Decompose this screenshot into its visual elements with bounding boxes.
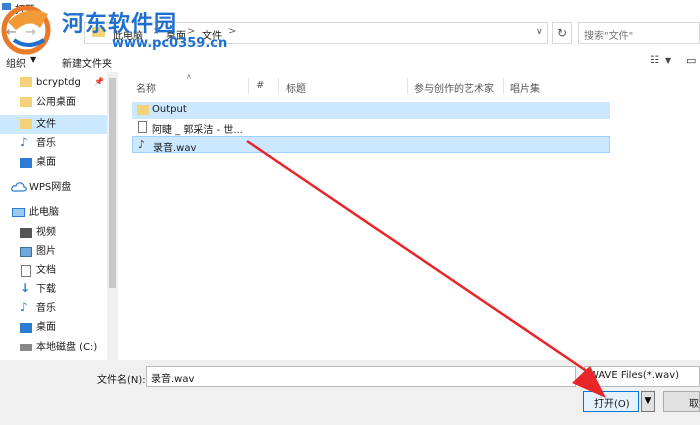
file-row-recording-wav[interactable]: ♪ 录音.wav — [132, 136, 610, 154]
sidebar-item-music[interactable]: 音乐 — [36, 134, 56, 153]
folder-icon — [20, 77, 32, 87]
document-icon — [138, 121, 147, 133]
video-icon — [20, 228, 32, 238]
search-placeholder: 搜索"文件" — [584, 31, 634, 42]
watermark-title: 河东软件园 — [62, 12, 178, 37]
sidebar-item-files[interactable]: 文件 — [36, 115, 56, 134]
download-icon: ↓ — [20, 281, 31, 295]
column-divider[interactable] — [248, 78, 249, 94]
new-folder-button[interactable]: 新建文件夹 — [62, 55, 112, 70]
column-divider[interactable] — [278, 78, 279, 94]
folder-icon — [137, 105, 149, 115]
watermark-url: www.pc0359.cn — [112, 36, 228, 51]
column-header-title[interactable]: 标题 — [286, 80, 306, 95]
sidebar-item-pictures[interactable]: 图片 — [36, 242, 56, 261]
file-row-song[interactable]: 阿睫 _ 郭采洁 - 世... — [132, 119, 610, 136]
open-button-label[interactable]: 打开(O) — [594, 395, 630, 410]
file-name: 阿睫 _ 郭采洁 - 世... — [152, 125, 243, 136]
folder-icon — [20, 119, 32, 129]
file-row-output[interactable]: Output — [132, 102, 610, 119]
picture-icon — [20, 247, 32, 257]
sidebar-item-public-desktop[interactable]: 公用桌面 — [36, 93, 76, 112]
column-divider[interactable] — [503, 78, 504, 94]
folder-icon — [20, 97, 32, 107]
sidebar-item-local-disk-c[interactable]: 本地磁盘 (C:) — [36, 338, 97, 357]
sidebar-item-this-pc[interactable]: 此电脑 — [29, 203, 59, 222]
drive-icon — [20, 344, 32, 351]
view-options-icon[interactable]: ☷ — [650, 55, 659, 66]
sidebar-item-videos[interactable]: 视频 — [36, 223, 56, 242]
sidebar-item-wps-cloud[interactable]: WPS网盘 — [29, 178, 71, 197]
chevron-down-icon[interactable]: ∨ — [536, 27, 543, 37]
file-name: Output — [152, 104, 187, 115]
computer-icon — [12, 208, 25, 217]
column-header-number[interactable]: # — [256, 80, 264, 91]
music-icon: ♪ — [20, 135, 28, 149]
column-header-artists[interactable]: 参与创作的艺术家 — [414, 80, 494, 95]
sidebar-item-downloads[interactable]: 下载 — [36, 280, 56, 299]
sidebar-item-desktop[interactable]: 桌面 — [36, 153, 56, 172]
column-header-album[interactable]: 唱片集 — [510, 80, 540, 95]
cancel-button-label[interactable]: 取 — [689, 395, 699, 410]
sidebar-item-bcryptdg[interactable]: bcryptdg — [36, 73, 81, 92]
desktop-icon — [20, 323, 32, 333]
refresh-button[interactable]: ↻ — [552, 22, 572, 44]
filename-label: 文件名(N): — [97, 375, 146, 386]
filename-value[interactable]: 录音.wav — [151, 370, 194, 385]
desktop-icon — [20, 158, 32, 168]
organize-button[interactable]: 组织 — [6, 55, 26, 70]
music-icon: ♪ — [20, 300, 28, 314]
open-dropdown-button[interactable]: ▼ — [641, 391, 655, 412]
file-name: 录音.wav — [153, 143, 197, 154]
sidebar-scrollbar-thumb[interactable] — [109, 78, 116, 288]
chevron-down-icon[interactable]: ▼ — [665, 56, 671, 65]
preview-pane-button[interactable]: ▭ — [686, 54, 696, 67]
column-header-name[interactable]: 名称 — [136, 80, 156, 95]
filename-field[interactable] — [146, 366, 576, 387]
sort-ascending-icon: ∧ — [186, 72, 192, 81]
audio-file-icon: ♪ — [138, 138, 146, 151]
filetype-value[interactable]: WAVE Files(*.wav) — [589, 370, 679, 381]
sidebar-item-music-2[interactable]: 音乐 — [36, 299, 56, 318]
column-divider[interactable] — [407, 78, 408, 94]
watermark-logo-icon — [1, 5, 51, 55]
pin-icon[interactable]: 📌 — [94, 77, 104, 86]
document-icon — [21, 265, 31, 277]
breadcrumb-separator[interactable]: > — [228, 26, 236, 37]
sidebar-item-documents[interactable]: 文档 — [36, 261, 56, 280]
chevron-down-icon[interactable]: ▼ — [30, 55, 36, 64]
sidebar-item-desktop-2[interactable]: 桌面 — [36, 318, 56, 337]
cloud-icon — [11, 182, 27, 192]
